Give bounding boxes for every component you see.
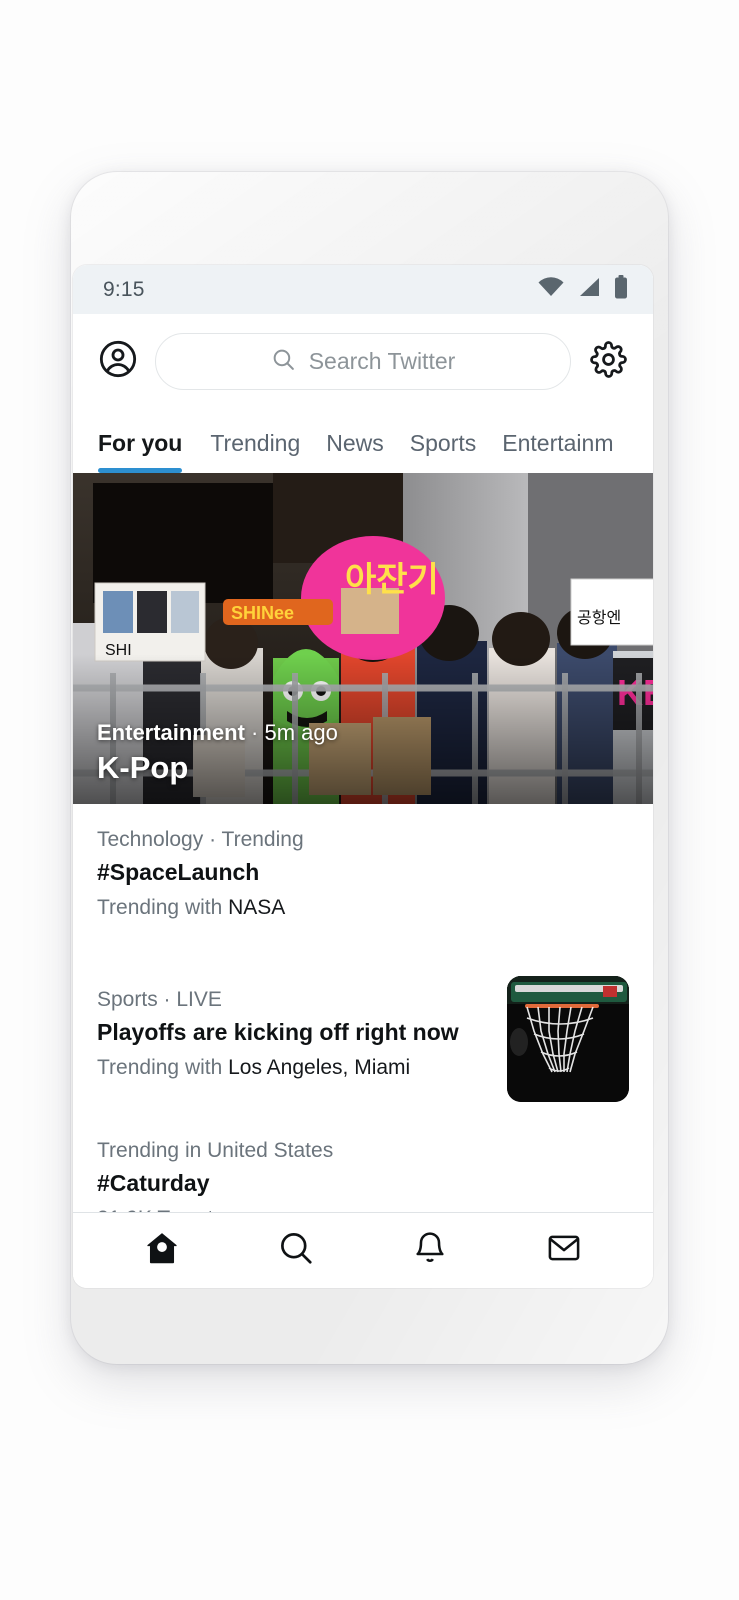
tab-label: For you xyxy=(98,430,183,456)
trend-thumbnail[interactable] xyxy=(507,975,629,1102)
hero-timestamp: 5m ago xyxy=(264,720,338,745)
trend-meta: Technology · Trending xyxy=(97,828,304,851)
nav-item-messages[interactable] xyxy=(536,1223,592,1279)
trend-meta: Trending in United States xyxy=(97,1139,334,1163)
trend-sub-prefix: Trending with xyxy=(97,896,229,920)
account-circle-icon xyxy=(98,339,138,384)
search-placeholder: Search Twitter xyxy=(308,348,456,374)
hero-kicker: Entertainment · 5m ago xyxy=(97,720,338,746)
hero-overlay-text: Entertainment · 5m ago K-Pop xyxy=(97,720,338,786)
hero-category: Entertainment xyxy=(97,720,245,745)
trend-sub-names: Los Angeles, Miami xyxy=(228,1055,411,1079)
trend-subtitle: Trending with NASA xyxy=(97,894,629,921)
profile-avatar-button[interactable] xyxy=(95,339,141,385)
svg-text:아잔기: 아잔기 xyxy=(345,561,439,599)
status-bar-icons xyxy=(538,275,628,304)
trend-sub-names: NASA xyxy=(228,896,286,920)
search-input[interactable]: Search Twitter xyxy=(155,333,571,390)
category-tab-bar[interactable]: For you Trending News Sports Entertainm xyxy=(73,409,653,473)
mail-icon xyxy=(546,1230,582,1271)
basketball-hoop-thumbnail xyxy=(507,975,629,1102)
tab-label: News xyxy=(326,430,384,456)
tab-news[interactable]: News xyxy=(326,430,410,473)
wifi-icon xyxy=(538,277,564,302)
hero-kicker-separator: · xyxy=(244,720,265,745)
tab-trending[interactable]: Trending xyxy=(210,430,326,473)
screenshot-stage: 9:15 Search Twitter For you Trending New… xyxy=(0,0,739,1600)
status-bar: 9:15 xyxy=(73,265,653,314)
bell-icon xyxy=(412,1230,448,1271)
trend-list: Technology · Trending #SpaceLaunch Trend… xyxy=(73,804,653,1263)
nav-item-notifications[interactable] xyxy=(402,1223,458,1279)
cellular-signal-icon xyxy=(578,277,600,302)
status-bar-clock: 9:15 xyxy=(103,277,145,301)
settings-button[interactable] xyxy=(585,339,631,385)
trend-title: #Caturday xyxy=(97,1170,210,1197)
home-icon xyxy=(143,1229,181,1272)
trend-item-spacelaunch[interactable]: Technology · Trending #SpaceLaunch Trend… xyxy=(97,826,629,952)
tab-entertainment[interactable]: Entertainm xyxy=(502,430,639,473)
gear-icon xyxy=(589,340,627,383)
search-icon xyxy=(271,347,296,377)
tab-for-you[interactable]: For you xyxy=(98,430,210,473)
svg-text:공항엔: 공항엔 xyxy=(577,609,621,627)
tab-sports[interactable]: Sports xyxy=(410,430,502,473)
tab-label: Sports xyxy=(409,430,477,456)
tab-label: Trending xyxy=(210,430,301,456)
tab-label: Entertainm xyxy=(502,430,614,456)
trend-item-playoffs[interactable]: Sports · LIVE Playoffs are kicking off r… xyxy=(97,952,629,1112)
trend-sub-prefix: Trending with xyxy=(97,1055,229,1079)
hero-trend-card[interactable]: SHI 아잔기 SHINee 공항엔 KE xyxy=(73,473,653,804)
battery-icon xyxy=(614,275,628,304)
svg-text:SHINee: SHINee xyxy=(231,603,294,623)
app-top-bar: Search Twitter xyxy=(73,314,653,409)
phone-screen: 9:15 Search Twitter For you Trending New… xyxy=(73,265,653,1288)
search-icon xyxy=(277,1229,315,1272)
hero-title: K-Pop xyxy=(97,750,189,785)
bottom-navigation-bar[interactable] xyxy=(73,1212,653,1288)
trend-title: #SpaceLaunch xyxy=(97,859,260,886)
nav-item-search[interactable] xyxy=(268,1223,324,1279)
nav-item-home[interactable] xyxy=(134,1223,190,1279)
